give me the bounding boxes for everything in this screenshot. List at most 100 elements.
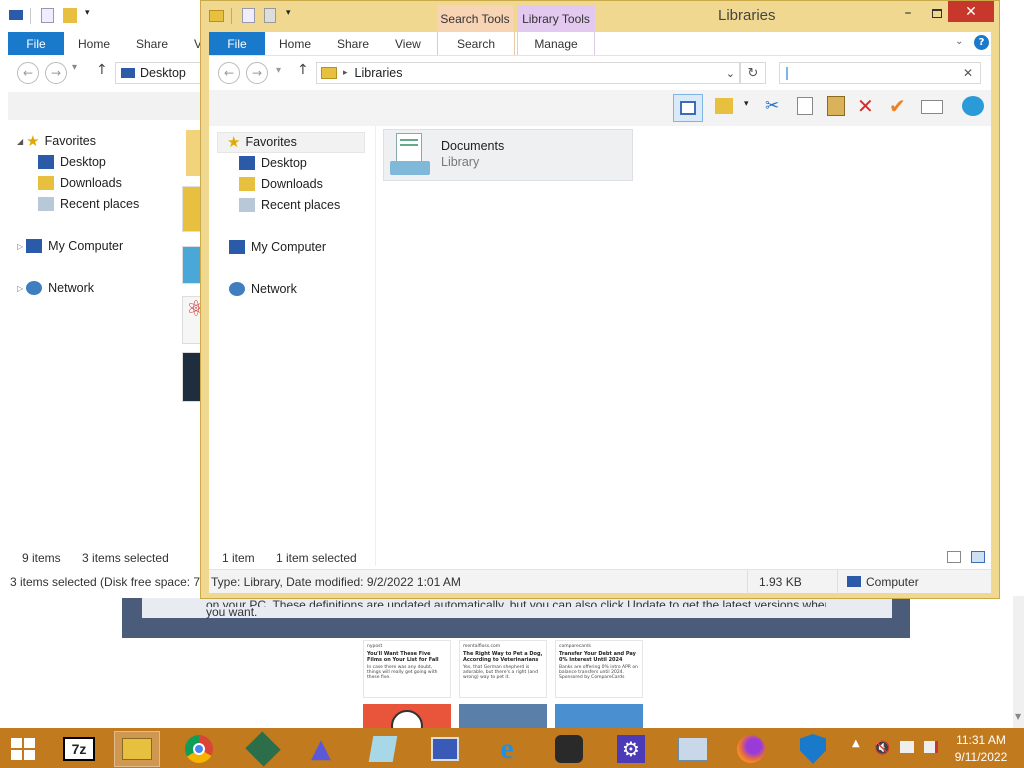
cut-icon[interactable]: ✂ bbox=[765, 96, 779, 116]
tab-file[interactable]: File bbox=[8, 32, 64, 55]
forward-button[interactable]: → bbox=[45, 62, 67, 84]
taskbar-settings[interactable]: ⚙ bbox=[608, 731, 654, 767]
tab-view[interactable]: View bbox=[395, 32, 421, 55]
chevron-down-icon[interactable]: ◢ bbox=[17, 137, 23, 146]
chevron-down-icon[interactable]: ▾ bbox=[276, 65, 281, 76]
copy-icon[interactable] bbox=[797, 97, 813, 115]
refresh-button[interactable]: ↻ bbox=[740, 62, 766, 84]
taskbar-davinci-resolve[interactable] bbox=[546, 731, 592, 767]
news-card[interactable]: mentalfloss.com The Right Way to Pet a D… bbox=[459, 640, 547, 698]
page-scrollbar[interactable]: ▼ bbox=[1013, 596, 1024, 728]
nav-recent[interactable]: Recent places bbox=[239, 195, 340, 215]
start-button[interactable] bbox=[0, 731, 46, 767]
up-button[interactable]: ↑ bbox=[96, 62, 108, 78]
nav-network[interactable]: Network bbox=[229, 279, 297, 299]
rename-icon[interactable] bbox=[921, 100, 943, 114]
tab-file[interactable]: File bbox=[209, 32, 265, 55]
minimize-button[interactable]: – bbox=[893, 3, 923, 23]
news-image bbox=[459, 704, 547, 728]
gear-icon: ⚙ bbox=[617, 735, 645, 763]
nav-recent[interactable]: Recent places bbox=[38, 194, 139, 214]
network-status-icon[interactable] bbox=[900, 741, 914, 753]
paste-icon[interactable] bbox=[827, 96, 845, 116]
nav-network[interactable]: ▷ Network bbox=[17, 278, 94, 298]
tab-share[interactable]: Share bbox=[337, 32, 369, 55]
news-card[interactable]: comparecards Transfer Your Debt and Pay … bbox=[555, 640, 643, 698]
taskbar-file-explorer[interactable] bbox=[114, 731, 160, 767]
taskbar-firefox[interactable] bbox=[728, 731, 774, 767]
address-bar[interactable]: ▸ Libraries ⌄ bbox=[316, 62, 740, 84]
title-bar[interactable]: ▾ bbox=[0, 0, 209, 32]
defender-banner: on your PC. These definitions are update… bbox=[122, 598, 910, 638]
properties-icon[interactable] bbox=[242, 8, 255, 23]
maximize-button[interactable] bbox=[923, 3, 951, 23]
tab-search-tools[interactable]: Search Tools bbox=[437, 5, 513, 32]
command-bar bbox=[8, 92, 209, 120]
library-item-documents[interactable]: Documents Library bbox=[383, 129, 633, 181]
action-center-icon[interactable] bbox=[924, 741, 938, 753]
nav-desktop[interactable]: Desktop bbox=[38, 152, 106, 172]
news-card[interactable]: nypost You'll Want These Five Films on Y… bbox=[363, 640, 451, 698]
taskbar-windows-defender[interactable] bbox=[790, 731, 836, 767]
folder-options-icon[interactable] bbox=[715, 98, 733, 114]
chevron-down-icon[interactable]: ▾ bbox=[85, 8, 90, 18]
shell-icon[interactable] bbox=[962, 96, 984, 116]
tab-manage[interactable]: Manage bbox=[517, 32, 595, 55]
taskbar-7zip[interactable]: 7z bbox=[56, 731, 102, 767]
check-icon[interactable]: ✔ bbox=[889, 94, 906, 118]
large-icons-view-button[interactable] bbox=[971, 551, 985, 563]
nav-my-computer[interactable]: My Computer bbox=[229, 237, 326, 257]
details-view-button[interactable] bbox=[947, 551, 961, 563]
taskbar-internet-explorer[interactable]: e bbox=[484, 731, 530, 767]
chevron-down-icon[interactable]: ⌄ bbox=[955, 36, 963, 47]
recent-places-icon bbox=[38, 197, 54, 211]
chevron-up-icon[interactable]: ▲ bbox=[852, 738, 860, 749]
chevron-right-icon[interactable]: ▷ bbox=[17, 284, 23, 293]
nav-desktop[interactable]: Desktop bbox=[239, 153, 307, 173]
forward-button[interactable]: → bbox=[246, 62, 268, 84]
address-text: Libraries bbox=[354, 66, 403, 80]
background-explorer-window[interactable]: ▾ File Home Share V ← → ▾ ↑ Desktop ◢ ★ … bbox=[0, 0, 210, 598]
nav-favorites[interactable]: ★ Favorites bbox=[227, 132, 297, 152]
computer-icon bbox=[9, 10, 23, 20]
new-folder-icon[interactable] bbox=[63, 8, 77, 23]
chevron-down-icon[interactable]: ▾ bbox=[744, 99, 749, 109]
delete-icon[interactable]: ✕ bbox=[857, 94, 874, 118]
chevron-down-icon[interactable]: ▾ bbox=[72, 62, 77, 73]
back-button[interactable]: ← bbox=[218, 62, 240, 84]
taskbar-notepad[interactable] bbox=[360, 731, 406, 767]
chevron-right-icon[interactable]: ▸ bbox=[343, 68, 348, 78]
tab-home[interactable]: Home bbox=[279, 32, 311, 55]
chevron-down-icon[interactable]: ▾ bbox=[286, 8, 291, 18]
chevron-right-icon[interactable]: ▷ bbox=[17, 242, 23, 251]
help-icon[interactable]: ? bbox=[974, 35, 989, 50]
taskbar-chrome[interactable] bbox=[176, 731, 222, 767]
address-bar[interactable]: Desktop bbox=[115, 62, 209, 84]
libraries-window[interactable]: ▾ Search Tools Library Tools Libraries –… bbox=[200, 0, 1000, 599]
search-input[interactable]: ✕ bbox=[779, 62, 981, 84]
taskbar-clock[interactable]: 11:31 AM 9/11/2022 bbox=[948, 732, 1014, 766]
volume-muted-icon[interactable]: 🔇 bbox=[874, 741, 890, 756]
tab-home[interactable]: Home bbox=[78, 32, 110, 55]
taskbar-network-computer[interactable] bbox=[422, 731, 468, 767]
nav-downloads[interactable]: Downloads bbox=[38, 173, 122, 193]
close-icon[interactable]: ✕ bbox=[963, 66, 973, 80]
computer-icon bbox=[847, 576, 861, 587]
pane-divider[interactable] bbox=[375, 126, 376, 566]
properties-icon[interactable] bbox=[41, 8, 54, 23]
nav-favorites[interactable]: ◢ ★ Favorites bbox=[17, 131, 96, 151]
taskbar-control-panel[interactable] bbox=[670, 731, 716, 767]
nav-downloads[interactable]: Downloads bbox=[239, 174, 323, 194]
tab-library-tools[interactable]: Library Tools bbox=[517, 5, 595, 32]
tab-search[interactable]: Search bbox=[437, 32, 515, 55]
taskbar-app-installer[interactable] bbox=[240, 731, 286, 767]
taskbar-inkscape[interactable]: ▲ bbox=[298, 731, 344, 767]
tab-share[interactable]: Share bbox=[136, 32, 168, 55]
preview-pane-button[interactable] bbox=[673, 94, 703, 122]
new-library-icon[interactable] bbox=[264, 8, 276, 23]
back-button[interactable]: ← bbox=[17, 62, 39, 84]
close-button[interactable]: ✕ bbox=[948, 1, 994, 22]
nav-my-computer[interactable]: ▷ My Computer bbox=[17, 236, 123, 256]
chevron-down-icon[interactable]: ⌄ bbox=[726, 67, 735, 80]
up-button[interactable]: ↑ bbox=[297, 62, 309, 78]
